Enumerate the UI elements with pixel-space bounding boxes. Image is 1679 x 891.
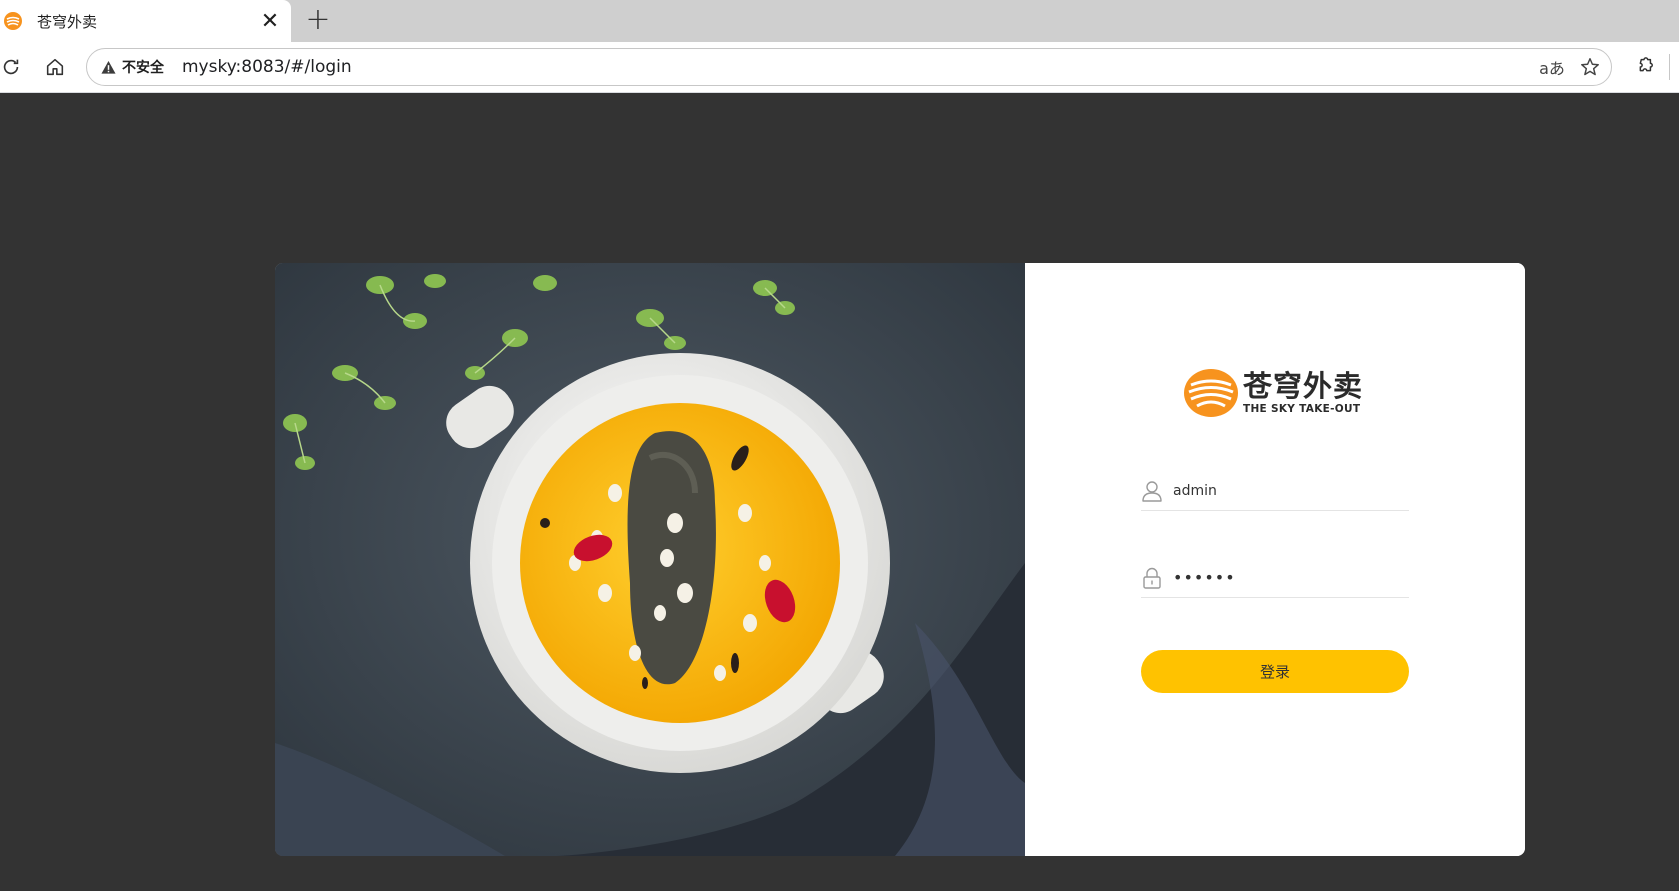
- brand-logo: 苍穹外卖 THE SKY TAKE-OUT: [1183, 367, 1373, 419]
- password-input[interactable]: [1173, 562, 1393, 593]
- user-icon: [1141, 480, 1163, 502]
- logo-title-en: THE SKY TAKE-OUT: [1243, 403, 1361, 415]
- login-button[interactable]: 登录: [1141, 650, 1409, 693]
- close-tab-icon[interactable]: ✕: [257, 8, 283, 34]
- toolbar-divider: [1669, 54, 1670, 80]
- reload-icon: [3, 59, 19, 75]
- puzzle-icon: [1639, 57, 1653, 72]
- reload-button[interactable]: [0, 52, 26, 82]
- tab-title: 苍穹外卖: [37, 12, 98, 31]
- home-icon: [46, 58, 64, 76]
- extensions-button[interactable]: [1629, 52, 1659, 82]
- star-icon: [1581, 58, 1599, 76]
- sky-logo-icon: [1184, 369, 1238, 417]
- address-bar[interactable]: 不安全 mysky:8083/#/login aあ: [86, 48, 1612, 86]
- hero-image: [275, 263, 1025, 856]
- login-form-panel: 苍穹外卖 THE SKY TAKE-OUT admin 登录: [1025, 263, 1525, 856]
- login-card: 苍穹外卖 THE SKY TAKE-OUT admin 登录: [275, 263, 1525, 856]
- browser-toolbar: 不安全 mysky:8083/#/login aあ: [0, 42, 1679, 93]
- new-tab-button[interactable]: +: [303, 5, 333, 36]
- food-illustration: [275, 263, 1025, 856]
- password-field: [1141, 558, 1409, 598]
- warning-icon: [101, 60, 116, 74]
- lock-icon: [1141, 567, 1163, 589]
- translate-icon[interactable]: aあ: [1537, 52, 1567, 82]
- tab-strip: 苍穹外卖 ✕ +: [0, 0, 1679, 42]
- logo-title-cn: 苍穹外卖: [1243, 369, 1364, 403]
- username-input[interactable]: [1173, 475, 1393, 506]
- url-text[interactable]: mysky:8083/#/login: [182, 57, 1537, 77]
- browser-tab[interactable]: 苍穹外卖 ✕: [0, 0, 291, 42]
- security-indicator[interactable]: 不安全: [97, 54, 170, 80]
- username-field: [1141, 471, 1409, 511]
- favicon-icon: [4, 12, 22, 30]
- security-label: 不安全: [122, 60, 164, 76]
- favorite-button[interactable]: [1575, 52, 1605, 82]
- home-button[interactable]: [40, 52, 70, 82]
